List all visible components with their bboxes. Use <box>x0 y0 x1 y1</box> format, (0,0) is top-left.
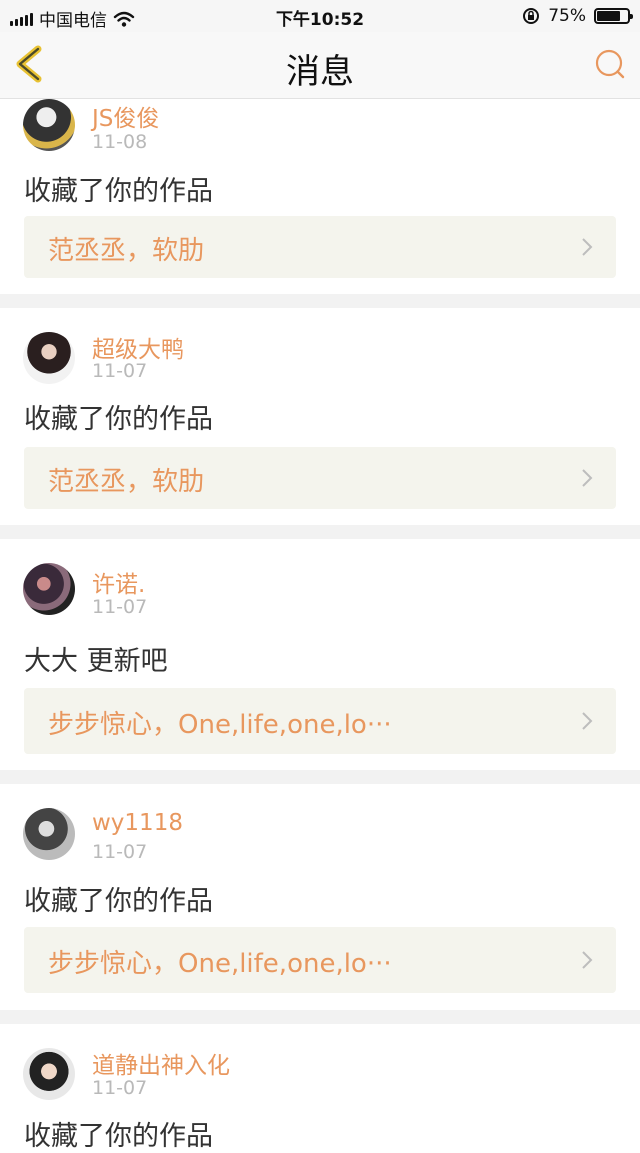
work-title: 步步惊心，One,life,one,lo··· <box>48 710 392 740</box>
chevron-right-icon <box>582 469 593 487</box>
work-title: 步步惊心，One,life,one,lo··· <box>48 949 392 979</box>
separator <box>0 525 640 539</box>
message-item: wy1118 11-07 收藏了你的作品 步步惊心，One,life,one,l… <box>0 784 640 1010</box>
avatar[interactable] <box>23 1048 75 1100</box>
message-item: 道静出神入化 11-07 收藏了你的作品 <box>0 1024 640 1152</box>
work-card[interactable]: 步步惊心，One,life,one,lo··· <box>24 927 616 993</box>
message-text: 收藏了你的作品 <box>24 404 213 435</box>
username[interactable]: wy1118 <box>92 810 183 836</box>
separator <box>0 1010 640 1024</box>
battery-percent: 75% <box>548 6 586 26</box>
message-date: 11-07 <box>92 841 148 863</box>
work-title: 范丞丞，软肋 <box>48 236 205 266</box>
username[interactable]: 许诺. <box>92 565 145 599</box>
message-date: 11-07 <box>92 596 148 618</box>
status-bar: 中国电信 下午10:52 75% <box>0 0 640 32</box>
avatar[interactable] <box>23 332 75 384</box>
separator <box>0 294 640 308</box>
message-item: 超级大鸭 11-07 收藏了你的作品 范丞丞，软肋 <box>0 308 640 525</box>
message-item: 许诺. 11-07 大大 更新吧 步步惊心，One,life,one,lo··· <box>0 539 640 770</box>
work-card[interactable]: 范丞丞，软肋 <box>24 216 616 278</box>
message-date: 11-08 <box>92 131 148 153</box>
message-date: 11-07 <box>92 1077 148 1099</box>
separator <box>0 770 640 784</box>
message-text: 收藏了你的作品 <box>24 176 213 207</box>
work-title: 范丞丞，软肋 <box>48 467 205 497</box>
work-card[interactable]: 范丞丞，软肋 <box>24 447 616 509</box>
message-text: 收藏了你的作品 <box>24 1121 213 1152</box>
avatar[interactable] <box>23 808 75 860</box>
chevron-right-icon <box>582 712 593 730</box>
message-text: 大大 更新吧 <box>24 646 168 677</box>
nav-bar: 消息 <box>0 32 640 99</box>
message-text: 收藏了你的作品 <box>24 886 213 917</box>
avatar[interactable] <box>23 99 75 151</box>
work-card[interactable]: 步步惊心，One,life,one,lo··· <box>24 688 616 754</box>
search-icon[interactable] <box>592 46 628 82</box>
avatar[interactable] <box>23 563 75 615</box>
page-title: 消息 <box>286 52 354 92</box>
username[interactable]: 道静出神入化 <box>92 1046 230 1080</box>
username[interactable]: 超级大鸭 <box>92 330 184 364</box>
message-item: JS俊俊 11-08 收藏了你的作品 范丞丞，软肋 <box>0 99 640 294</box>
chevron-right-icon <box>582 951 593 969</box>
chevron-right-icon <box>582 238 593 256</box>
battery-icon <box>594 8 633 24</box>
rotation-lock-icon <box>523 8 540 24</box>
message-list: JS俊俊 11-08 收藏了你的作品 范丞丞，软肋 超级大鸭 11-07 收藏了… <box>0 99 640 1152</box>
username[interactable]: JS俊俊 <box>92 99 159 133</box>
message-date: 11-07 <box>92 360 148 382</box>
